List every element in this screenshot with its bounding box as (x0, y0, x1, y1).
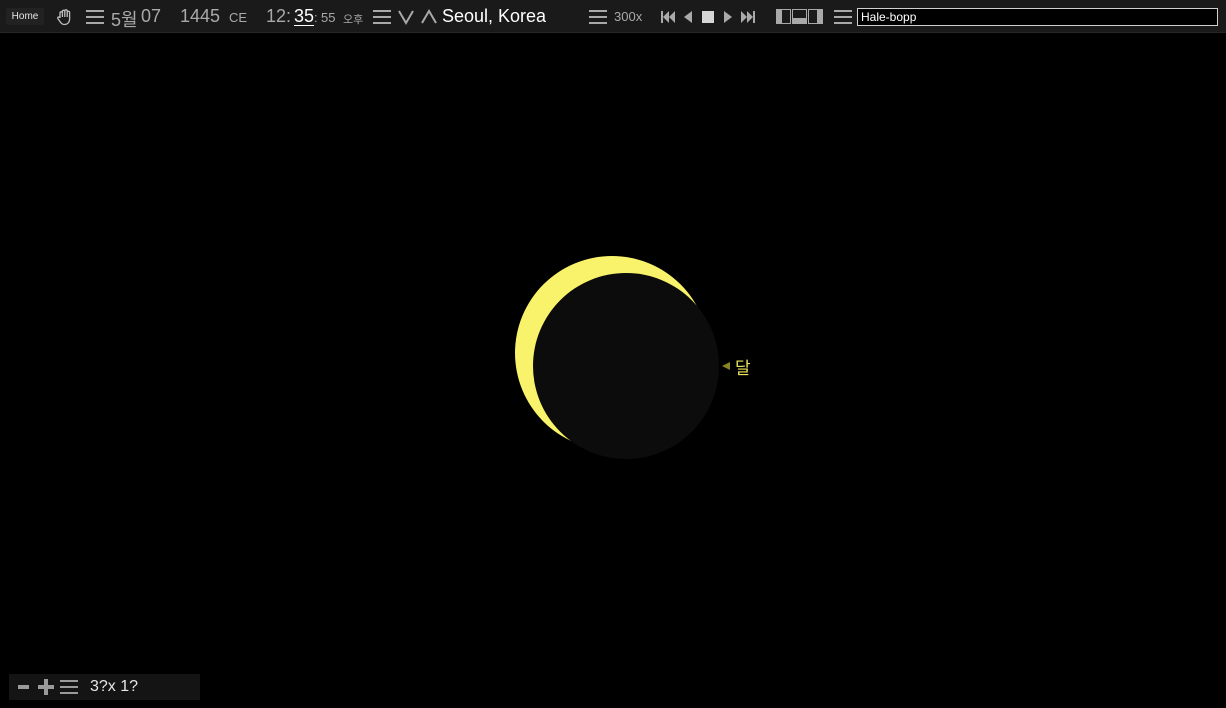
skip-end-icon[interactable] (740, 11, 755, 23)
seconds-separator: : (314, 10, 318, 25)
chevron-down-icon[interactable] (397, 9, 415, 25)
ampm-field[interactable]: 오후 (343, 11, 363, 27)
stop-icon[interactable] (702, 11, 714, 23)
field-of-view-label: 3?x 1? (90, 678, 139, 695)
sky-view[interactable]: 달 (0, 0, 1226, 708)
hand-icon[interactable] (55, 7, 75, 27)
month-field[interactable]: 5월 (111, 6, 138, 32)
year-field[interactable]: 1445 (180, 6, 220, 27)
moon-label[interactable]: 달 (735, 354, 751, 379)
hour-field[interactable]: 12: (266, 6, 291, 27)
search-menu-icon[interactable] (834, 10, 852, 24)
moon-disk[interactable] (533, 273, 719, 459)
top-toolbar: Home 5월 07 1445 CE 12: 35 : 55 오후 Seoul,… (0, 0, 1226, 33)
panel-layout-icon[interactable] (776, 9, 823, 24)
plus-icon[interactable] (38, 679, 54, 695)
day-field[interactable]: 07 (141, 6, 161, 27)
label-pointer-icon (722, 362, 730, 370)
minute-field[interactable]: 35 (294, 6, 314, 27)
sky-canvas[interactable] (0, 0, 1226, 708)
era-field[interactable]: CE (229, 10, 247, 25)
play-icon[interactable] (722, 11, 734, 23)
step-back-icon[interactable] (682, 11, 694, 23)
search-input[interactable] (857, 8, 1218, 26)
date-menu-icon[interactable] (86, 10, 104, 24)
planetarium-app: 달 Home 5월 07 1445 CE 12: 35 : 55 오후 Seou… (0, 0, 1226, 708)
zoom-panel: 3?x 1? (9, 674, 200, 700)
skip-start-icon[interactable] (661, 11, 676, 23)
hamburger-icon[interactable] (60, 680, 78, 694)
speed-field[interactable]: 300x (614, 9, 642, 24)
minus-icon[interactable] (18, 685, 29, 689)
time-menu-icon[interactable] (373, 10, 391, 24)
speed-menu-icon[interactable] (589, 10, 607, 24)
home-button[interactable]: Home (6, 8, 44, 25)
second-field[interactable]: 55 (321, 10, 335, 25)
location-field[interactable]: Seoul, Korea (442, 6, 546, 27)
chevron-up-icon[interactable] (420, 9, 438, 25)
